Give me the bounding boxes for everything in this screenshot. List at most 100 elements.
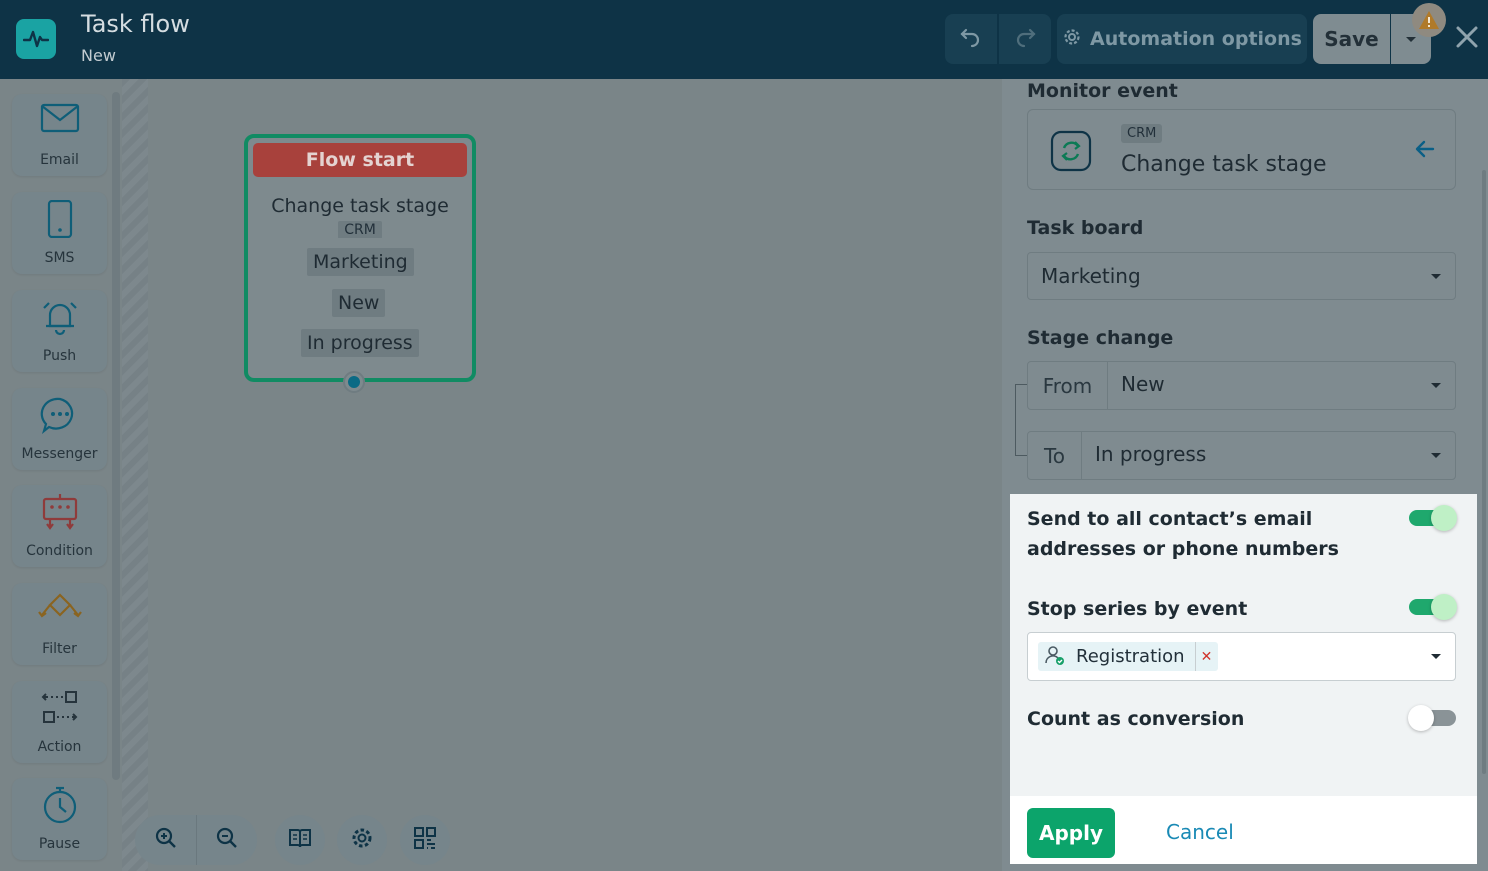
tool-action-label: Action (37, 739, 82, 755)
node-from-chip: New (332, 289, 386, 317)
gear-icon (1062, 27, 1082, 52)
count-conversion-toggle[interactable] (1408, 705, 1456, 731)
top-bar: Task flow New Automation options Save (0, 0, 1488, 79)
arrow-left-icon[interactable] (1414, 138, 1436, 164)
from-stage-value: New (1121, 372, 1165, 396)
stop-series-label: Stop series by event (1027, 598, 1248, 620)
redo-icon (1014, 26, 1036, 52)
flow-start-node[interactable]: Flow start Change task stage CRM Marketi… (244, 134, 476, 382)
flow-start-header: Flow start (253, 143, 467, 177)
stop-series-toggle[interactable] (1409, 594, 1457, 620)
toggle-knob (1431, 594, 1457, 620)
node-event-title: Change task stage CRM (248, 194, 472, 238)
envelope-icon (12, 102, 107, 134)
monitor-event-card[interactable]: CRM Change task stage (1027, 109, 1456, 190)
automation-options-label: Automation options (1090, 28, 1302, 50)
filter-icon (12, 591, 107, 629)
node-crm-tag: CRM (338, 221, 382, 238)
tool-sms[interactable]: SMS (12, 192, 107, 274)
chevron-down-icon (1431, 383, 1441, 388)
send-all-label: Send to all contact’s email addresses or… (1027, 508, 1339, 560)
chevron-down-icon (1431, 453, 1441, 458)
page-status: New (81, 46, 116, 65)
from-stage-select[interactable]: From New (1027, 361, 1456, 410)
event-name: Change task stage (1121, 152, 1327, 177)
zoom-out-icon (215, 826, 239, 854)
chevron-down-icon (1406, 36, 1416, 42)
chat-bubble-icon (12, 396, 107, 434)
stage-change-icon (1050, 130, 1092, 172)
node-output-port[interactable] (343, 371, 365, 393)
stage-link-bracket (1015, 384, 1027, 456)
tool-pause[interactable]: Pause (12, 778, 107, 860)
tool-condition-label: Condition (26, 543, 93, 559)
zoom-in-icon (154, 826, 178, 854)
save-button[interactable]: Save (1313, 14, 1390, 64)
gear-icon (350, 826, 374, 854)
remove-tag-icon[interactable]: ✕ (1196, 649, 1218, 665)
minimap-button[interactable] (400, 815, 450, 865)
tool-pause-label: Pause (38, 836, 81, 852)
tool-sms-label: SMS (44, 250, 75, 266)
redo-button[interactable] (999, 14, 1051, 64)
task-board-select[interactable]: Marketing (1027, 252, 1456, 300)
to-stage-value: In progress (1095, 442, 1207, 466)
pulse-icon (16, 19, 56, 59)
registration-tag-label: Registration (1076, 642, 1196, 671)
zoom-in-button[interactable] (135, 815, 196, 865)
tool-push[interactable]: Push (12, 290, 107, 372)
tool-messenger-label: Messenger (21, 446, 98, 462)
guide-button[interactable] (275, 815, 325, 865)
to-prefix: To (1028, 432, 1082, 479)
condition-icon (12, 493, 107, 531)
toggle-knob (1431, 505, 1457, 531)
page-title: Task flow (81, 10, 190, 38)
tool-condition[interactable]: Condition (12, 485, 107, 567)
toggle-knob (1408, 705, 1434, 731)
apply-button[interactable]: Apply (1027, 808, 1115, 858)
node-board-chip: Marketing (307, 248, 414, 276)
monitor-event-label: Monitor event (1027, 80, 1178, 102)
from-prefix: From (1028, 362, 1108, 409)
canvas-edge-hatch (122, 79, 148, 871)
to-stage-select[interactable]: To In progress (1027, 431, 1456, 480)
canvas-settings-button[interactable] (337, 815, 387, 865)
grid-icon (413, 826, 437, 854)
count-conversion-label: Count as conversion (1027, 708, 1245, 730)
node-to-chip: In progress (301, 329, 419, 357)
tool-filter[interactable]: Filter (12, 583, 107, 665)
event-crm-tag: CRM (1121, 124, 1163, 143)
tool-filter-label: Filter (42, 641, 77, 657)
node-event-name: Change task stage (271, 195, 449, 217)
zoom-controls (135, 815, 257, 865)
task-board-label: Task board (1027, 217, 1144, 239)
task-board-value: Marketing (1041, 264, 1141, 288)
user-check-icon (1044, 644, 1066, 670)
registration-tag: Registration ✕ (1038, 642, 1218, 671)
toolbox-scrollbar[interactable] (112, 92, 120, 780)
undo-button[interactable] (945, 14, 997, 64)
send-all-toggle[interactable] (1409, 505, 1457, 531)
stage-change-label: Stage change (1027, 327, 1174, 349)
cancel-button[interactable]: Cancel (1166, 820, 1234, 844)
zoom-out-button[interactable] (196, 815, 257, 865)
tool-email-label: Email (40, 152, 79, 168)
tool-messenger[interactable]: Messenger (12, 388, 107, 470)
action-icon (12, 689, 107, 727)
tool-push-label: Push (42, 348, 77, 364)
phone-icon (12, 200, 107, 238)
close-icon (1455, 25, 1479, 53)
chevron-down-icon (1431, 654, 1441, 659)
tool-action[interactable]: Action (12, 681, 107, 763)
tool-email[interactable]: Email (12, 94, 107, 176)
warning-icon[interactable] (1412, 3, 1446, 37)
chevron-down-icon (1431, 274, 1441, 279)
book-icon (288, 826, 312, 854)
automation-options-button[interactable]: Automation options (1057, 14, 1307, 64)
bell-icon (12, 298, 107, 336)
panel-scrollbar[interactable] (1482, 170, 1486, 774)
stopwatch-icon (12, 786, 107, 824)
stop-event-select[interactable]: Registration ✕ (1027, 632, 1456, 681)
undo-icon (960, 26, 982, 52)
close-button[interactable] (1452, 24, 1482, 54)
